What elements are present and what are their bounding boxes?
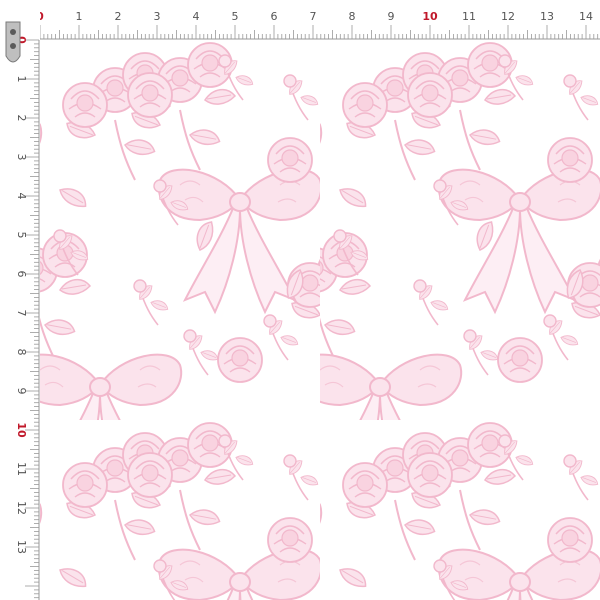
ruler-top-label: 6 [271,10,278,23]
ruler-left: 012345678910111213 [0,0,40,600]
ruler-top-label: 10 [422,10,438,23]
fabric-pattern [40,40,600,600]
ruler-top-label: 14 [579,10,593,23]
ruler-left-label: 4 [15,193,28,200]
ruler-left-label: 2 [15,115,28,122]
ruler-top-label: 9 [388,10,395,23]
ruler-top-label: 4 [193,10,200,23]
ruler-left-label: 7 [15,310,28,317]
ruler-top-label: 5 [232,10,239,23]
ruler-top-label: 11 [462,10,476,23]
binder-clip-icon [5,21,21,63]
ruler-left-label: 6 [15,271,28,278]
ruler-left-label: 13 [15,540,28,554]
ruler-top-label: 3 [154,10,161,23]
ruler-top-label: 2 [115,10,122,23]
ruler-left-label: 1 [15,76,28,83]
ruler-left-label: 3 [15,154,28,161]
ruler-left-label: 10 [15,422,28,438]
ruler-left-label: 8 [15,349,28,356]
ruler-top-label: 7 [310,10,317,23]
ruler-left-label: 9 [15,388,28,395]
ruler-top-label: 13 [540,10,554,23]
ruler-top-label: 1 [76,10,83,23]
ruler-left-label: 11 [15,462,28,476]
ruler-top-label: 12 [501,10,515,23]
ruler-left-label: 12 [15,501,28,515]
ruler-top-label: 8 [349,10,356,23]
ruler-top: 0 1 2 3 4 5 6 7 8 9 10 11 12 13 14 [0,0,600,40]
ruler-left-label: 5 [15,232,28,239]
